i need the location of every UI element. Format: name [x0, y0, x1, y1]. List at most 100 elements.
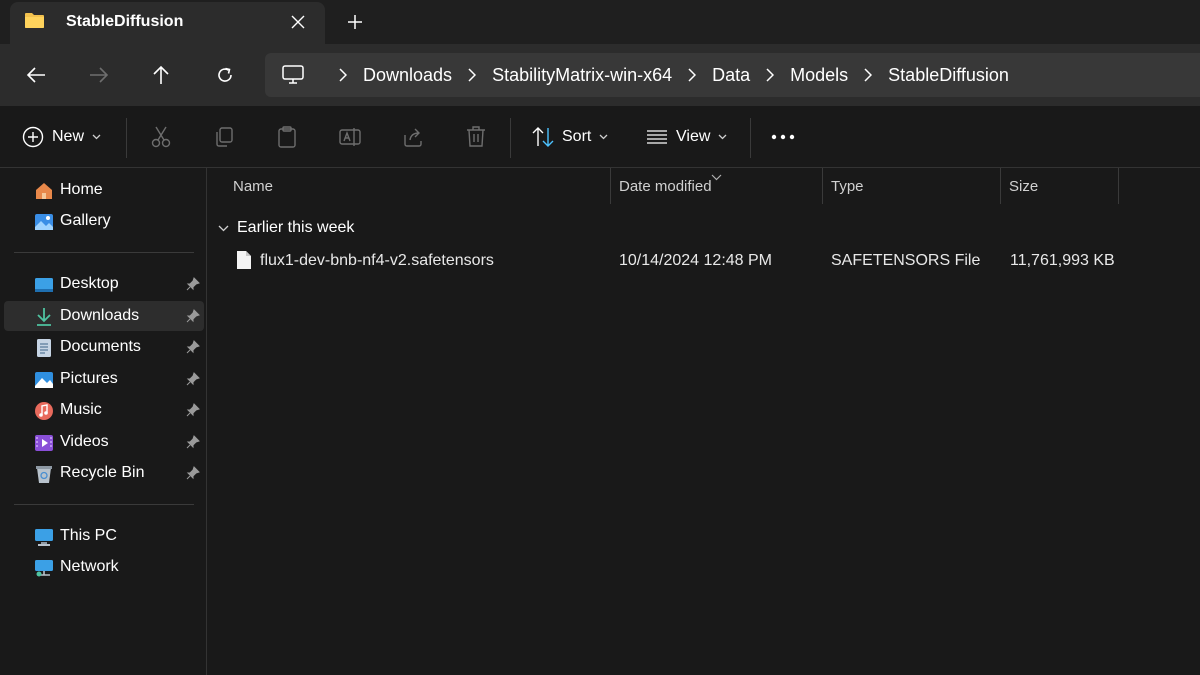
share-icon	[404, 128, 422, 147]
this-pc-icon	[35, 529, 53, 546]
breadcrumb-downloads[interactable]: Downloads	[361, 65, 454, 86]
pin-icon[interactable]	[186, 403, 200, 417]
column-divider[interactable]	[1118, 168, 1119, 204]
toolbar-divider	[510, 118, 511, 158]
network-icon	[35, 560, 53, 577]
column-header-date-modified[interactable]: Date modified	[619, 168, 712, 204]
pin-icon[interactable]	[186, 435, 200, 449]
forward-button[interactable]	[86, 62, 112, 88]
documents-icon	[37, 339, 51, 357]
file-type: SAFETENSORS File	[831, 252, 981, 269]
pin-icon[interactable]	[186, 309, 200, 323]
chevron-right-icon[interactable]	[860, 68, 876, 82]
arrow-left-icon	[26, 67, 45, 83]
clipboard-icon	[278, 126, 296, 148]
breadcrumb-data[interactable]: Data	[710, 65, 752, 86]
gallery-icon	[35, 214, 53, 230]
chevron-right-icon[interactable]	[464, 68, 480, 82]
videos-icon	[35, 435, 53, 451]
arrow-right-icon	[90, 67, 109, 83]
new-button[interactable]: New	[22, 125, 101, 149]
copy-button[interactable]	[212, 125, 236, 149]
view-button[interactable]: View	[646, 125, 727, 149]
group-header[interactable]: Earlier this week	[218, 217, 354, 239]
sidebar-item-gallery[interactable]: Gallery	[4, 206, 204, 236]
sort-icon	[532, 127, 554, 147]
pin-icon[interactable]	[186, 372, 200, 386]
sidebar-item-desktop[interactable]: Desktop	[4, 269, 204, 299]
pin-icon[interactable]	[186, 340, 200, 354]
sidebar-label: Desktop	[60, 275, 119, 292]
close-icon	[291, 15, 305, 29]
list-view-icon	[647, 130, 667, 144]
sidebar-label: Documents	[60, 338, 141, 355]
more-icon	[771, 134, 795, 140]
pin-icon[interactable]	[186, 277, 200, 291]
breadcrumb-stablediffusion[interactable]: StableDiffusion	[886, 65, 1011, 86]
refresh-icon	[218, 67, 232, 82]
plus-circle-icon	[22, 126, 44, 148]
command-bar: New Sort View	[0, 106, 1200, 168]
recycle-bin-icon	[36, 466, 52, 483]
more-options-button[interactable]	[771, 125, 795, 149]
rename-icon	[339, 128, 361, 146]
pictures-icon	[35, 372, 53, 388]
trash-icon	[467, 126, 485, 147]
chevron-down-icon	[218, 225, 229, 231]
delete-button[interactable]	[464, 125, 488, 149]
column-divider[interactable]	[610, 168, 611, 204]
sort-button[interactable]: Sort	[532, 125, 608, 149]
sidebar-item-videos[interactable]: Videos	[4, 427, 204, 457]
column-header-size[interactable]: Size	[1009, 168, 1038, 204]
sidebar-item-home[interactable]: Home	[4, 175, 204, 205]
rename-button[interactable]	[338, 125, 362, 149]
paste-button[interactable]	[275, 125, 299, 149]
file-row[interactable]: flux1-dev-bnb-nf4-v2.safetensors 10/14/2…	[218, 248, 1198, 276]
tab-stablediffusion[interactable]: StableDiffusion	[10, 2, 325, 44]
cut-button[interactable]	[149, 125, 173, 149]
sidebar-label: Gallery	[60, 212, 111, 229]
column-divider[interactable]	[822, 168, 823, 204]
sidebar-item-downloads[interactable]: Downloads	[4, 301, 204, 331]
address-bar[interactable]: Downloads StabilityMatrix-win-x64 Data M…	[265, 53, 1200, 97]
new-tab-button[interactable]	[343, 10, 367, 34]
sidebar-item-music[interactable]: Music	[4, 395, 204, 425]
sidebar-item-this-pc[interactable]: This PC	[4, 521, 204, 551]
group-label: Earlier this week	[237, 219, 355, 236]
breadcrumb: Downloads StabilityMatrix-win-x64 Data M…	[325, 53, 1011, 97]
refresh-button[interactable]	[212, 62, 238, 88]
music-icon	[35, 402, 53, 420]
back-button[interactable]	[23, 62, 49, 88]
sidebar-label: This PC	[60, 527, 117, 544]
chevron-right-icon[interactable]	[335, 68, 351, 82]
sidebar-label: Recycle Bin	[60, 464, 145, 481]
chevron-right-icon[interactable]	[762, 68, 778, 82]
chevron-right-icon[interactable]	[684, 68, 700, 82]
toolbar-divider	[750, 118, 751, 158]
up-button[interactable]	[148, 62, 174, 88]
sidebar-item-documents[interactable]: Documents	[4, 332, 204, 362]
column-divider[interactable]	[1000, 168, 1001, 204]
pin-icon[interactable]	[186, 466, 200, 480]
copy-icon	[216, 127, 233, 147]
column-header-type[interactable]: Type	[831, 168, 864, 204]
close-tab-button[interactable]	[288, 12, 308, 32]
sidebar-label: Pictures	[60, 370, 118, 387]
chevron-down-icon	[92, 134, 101, 140]
file-icon	[237, 251, 251, 269]
sidebar-item-network[interactable]: Network	[4, 552, 204, 582]
folder-icon	[25, 13, 44, 28]
file-list: Name Date modified Type Size Earlier thi…	[208, 168, 1200, 675]
file-name: flux1-dev-bnb-nf4-v2.safetensors	[260, 252, 494, 269]
tab-title: StableDiffusion	[66, 13, 184, 30]
breadcrumb-stabilitymatrix[interactable]: StabilityMatrix-win-x64	[490, 65, 674, 86]
breadcrumb-models[interactable]: Models	[788, 65, 850, 86]
file-size: 11,761,993 KB	[1010, 252, 1115, 269]
sidebar-label: Home	[60, 181, 103, 198]
sidebar-item-pictures[interactable]: Pictures	[4, 364, 204, 394]
plus-icon	[348, 15, 362, 29]
navigation-bar: Downloads StabilityMatrix-win-x64 Data M…	[0, 44, 1200, 106]
share-button[interactable]	[401, 125, 425, 149]
column-header-name[interactable]: Name	[233, 168, 273, 204]
sidebar-item-recycle-bin[interactable]: Recycle Bin	[4, 458, 204, 488]
